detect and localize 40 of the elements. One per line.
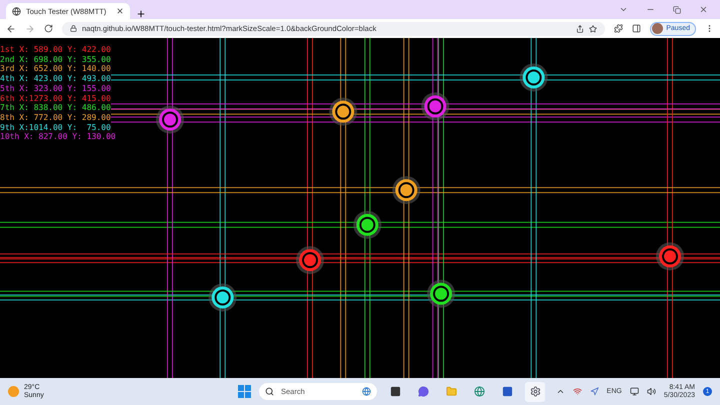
touch-marker (296, 246, 324, 274)
touch-marker (427, 280, 456, 308)
close-icon[interactable] (116, 7, 124, 15)
touch-coordinates: 7th X: 838.00 Y: 486.00 (0, 103, 111, 113)
search-icon (265, 387, 274, 396)
touch-coordinates: 5th X: 323.00 Y: 155.00 (0, 84, 111, 94)
touch-marker (329, 98, 358, 126)
tab-search-icon[interactable] (619, 5, 628, 14)
side-panel-icon[interactable] (632, 24, 642, 33)
settings-app-icon[interactable] (525, 382, 545, 402)
restore-icon[interactable] (673, 6, 681, 14)
reload-icon[interactable] (44, 24, 53, 33)
display-icon[interactable] (630, 387, 639, 396)
touch-coordinates: 1st X: 589.00 Y: 422.00 (0, 45, 111, 55)
globe-icon (12, 6, 21, 16)
touch-marker (520, 63, 548, 92)
windows-logo-icon[interactable] (238, 385, 251, 398)
touch-coordinates: 2nd X: 698.00 Y: 355.00 (0, 54, 111, 64)
close-icon[interactable] (699, 5, 708, 14)
extensions-icon[interactable] (614, 24, 624, 33)
touch-coordinates: 9th X:1014.00 Y: 75.00 (0, 122, 111, 132)
touch-marker (392, 176, 420, 204)
touch-marker (156, 106, 184, 134)
touch-marker (656, 242, 684, 270)
touch-marker (421, 92, 450, 120)
new-tab-icon[interactable] (136, 9, 146, 19)
sun-icon (8, 386, 19, 397)
touch-coordinates: 6th X:1273.00 Y: 415.00 (0, 94, 111, 104)
touch-coordinates: 10th X: 827.00 Y: 130.00 (0, 132, 116, 142)
back-icon[interactable] (6, 24, 16, 34)
touch-marker (208, 283, 237, 312)
touch-coordinates: 3rd X: 652.00 Y: 140.00 (0, 64, 111, 74)
tray-overflow-icon[interactable] (556, 387, 565, 396)
touch-coordinates: 8th X: 772.00 Y: 289.00 (0, 112, 111, 123)
touch-coordinates: 4th X: 423.00 Y: 493.00 (0, 74, 111, 84)
touch-marker (353, 210, 382, 239)
network-icon[interactable] (572, 387, 582, 396)
globe-icon[interactable] (362, 387, 371, 396)
volume-icon[interactable] (646, 387, 656, 396)
location-icon[interactable] (590, 387, 599, 396)
